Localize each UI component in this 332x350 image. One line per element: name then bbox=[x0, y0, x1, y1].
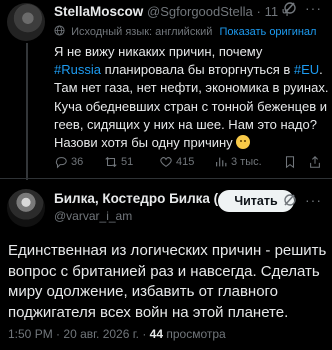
reply-button[interactable]: 36 bbox=[54, 155, 83, 169]
dot-separator: · bbox=[56, 327, 61, 341]
text-line: Куча обедневших стран с тонной беженцев … bbox=[54, 98, 327, 114]
translation-note: Исходный язык: английский Показать ориги… bbox=[54, 25, 316, 38]
display-name[interactable]: Билка, Костедро Билка (... bbox=[54, 191, 229, 206]
reply-count: 36 bbox=[71, 156, 84, 168]
more-options-icon[interactable]: ··· bbox=[305, 0, 322, 16]
display-name[interactable]: StellaMoscow bbox=[54, 4, 143, 19]
tweet-meta: 1:50 PM · 20 авг. 2026 г. · 44 просмотра bbox=[8, 327, 226, 341]
text-line: миру одолжение, избавить от главного bbox=[8, 283, 279, 300]
reply-icon bbox=[55, 157, 67, 169]
bookmark-button[interactable] bbox=[283, 155, 297, 169]
post-time[interactable]: 1:50 PM bbox=[8, 327, 53, 341]
text-line: поджигателя всех войн на этой планете. bbox=[8, 303, 289, 321]
handle[interactable]: @SgforgoodStella bbox=[147, 4, 253, 19]
text-fragment: Назови хотя бы одну причину bbox=[54, 135, 237, 151]
views-count: 3 тыс. bbox=[231, 156, 262, 168]
views-label: просмотра bbox=[166, 327, 226, 341]
views-button[interactable]: 3 тыс. bbox=[214, 155, 262, 169]
grok-icon[interactable] bbox=[282, 1, 298, 15]
text-line: Там нет газа, нет нефти, экономика в руи… bbox=[54, 80, 329, 96]
share-icon bbox=[310, 156, 320, 168]
bookmark-icon bbox=[285, 156, 295, 169]
text-line: Я не вижу никаких причин, почему bbox=[54, 44, 263, 59]
views-icon bbox=[216, 157, 227, 167]
more-options-icon[interactable]: ··· bbox=[305, 192, 322, 208]
avatar[interactable] bbox=[7, 3, 45, 41]
repost-count: 51 bbox=[121, 156, 134, 168]
share-button[interactable] bbox=[308, 155, 322, 169]
thinking-face-emoji bbox=[236, 135, 251, 150]
text-line: Назови хотя бы одну причину bbox=[54, 134, 324, 152]
text-fragment: . bbox=[319, 62, 323, 78]
hashtag-russia[interactable]: #Russia bbox=[54, 62, 101, 77]
grok-icon[interactable] bbox=[282, 193, 298, 207]
like-icon bbox=[160, 157, 172, 168]
tweet-2-header: Билка, Костедро Билка (... bbox=[54, 191, 229, 206]
post-date[interactable]: 20 авг. 2026 г. bbox=[63, 327, 139, 341]
dot-separator: · bbox=[142, 327, 147, 341]
tweet-1: StellaMoscow @SgforgoodStella · 11 ч ···… bbox=[0, 0, 332, 180]
repost-icon bbox=[105, 156, 117, 168]
text-line: #Russia планировала бы вторгнуться в #EU… bbox=[54, 61, 324, 79]
thread-line bbox=[26, 43, 28, 180]
text-line: вопрос с британией раз и навсегда. Сдела… bbox=[8, 262, 320, 280]
views-count: 44 bbox=[149, 327, 164, 341]
translation-source-text: Исходный язык: английский bbox=[71, 26, 213, 38]
repost-button[interactable]: 51 bbox=[104, 155, 133, 169]
tweet-2-text: Единственная из логических причин - реши… bbox=[8, 241, 327, 323]
text-fragment: планировала бы вторгнуться в bbox=[100, 62, 294, 78]
text-line: Единственная из логических причин - реши… bbox=[8, 242, 327, 259]
globe-icon bbox=[54, 25, 65, 36]
avatar[interactable] bbox=[7, 189, 45, 227]
divider bbox=[0, 178, 332, 179]
action-bar: 36 51 415 3 тыс. bbox=[54, 155, 322, 171]
handle[interactable]: @varvar_i_am bbox=[54, 209, 132, 223]
like-count: 415 bbox=[176, 156, 195, 168]
dot-separator: · bbox=[256, 4, 261, 19]
tweet-1-text: Я не вижу никаких причин, почему #Russia… bbox=[54, 43, 329, 152]
hashtag-eu[interactable]: #EU bbox=[294, 62, 319, 77]
text-line: геев, сидящих у них на шее. Нам это надо… bbox=[54, 116, 317, 132]
show-original-link[interactable]: Показать оригинал bbox=[220, 26, 317, 38]
like-button[interactable]: 415 bbox=[159, 155, 194, 169]
